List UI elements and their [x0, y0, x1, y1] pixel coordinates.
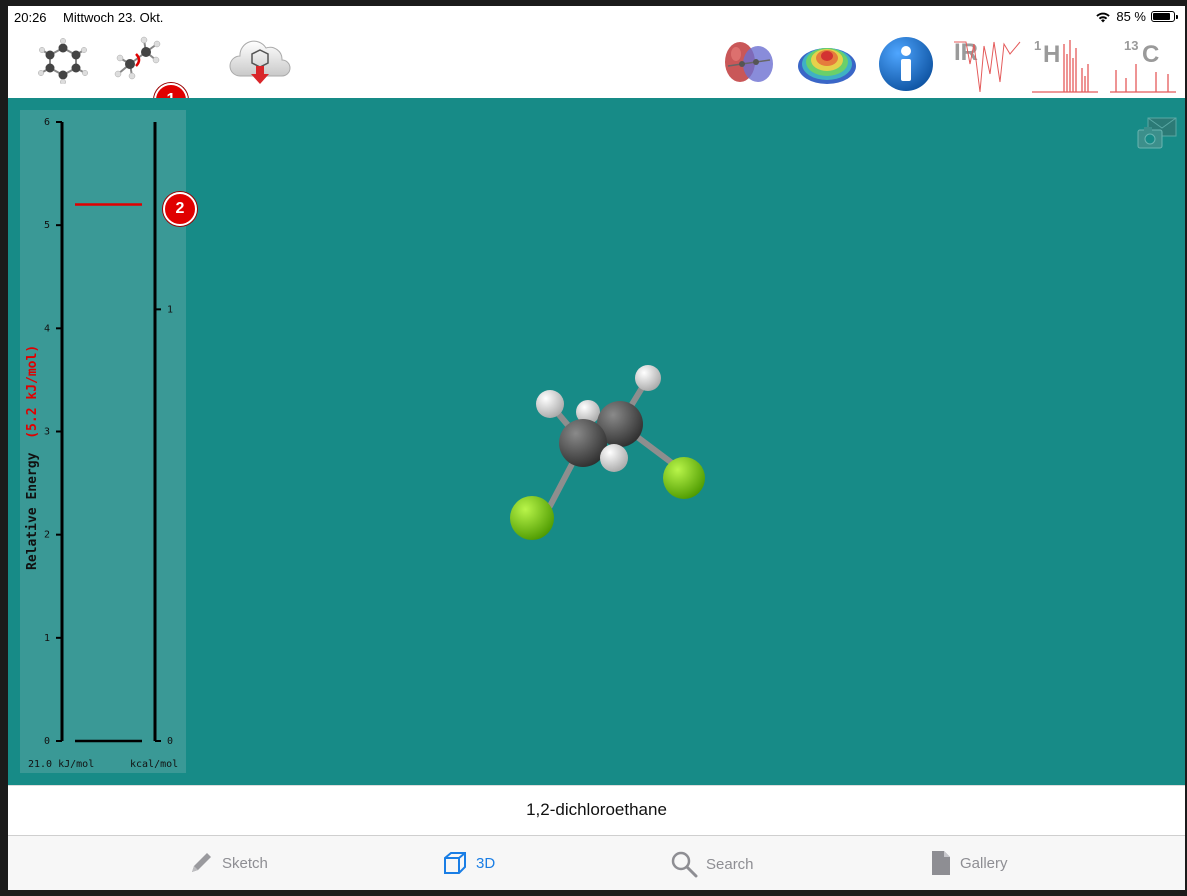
svg-text:13: 13: [1124, 38, 1138, 53]
tab-bar: Sketch 3D Search Gallery: [8, 835, 1185, 890]
cloud-download-button[interactable]: [226, 36, 294, 97]
battery-level: [1153, 13, 1170, 20]
status-time: 20:26: [14, 10, 47, 25]
pencil-icon: [192, 853, 211, 872]
kj-tick-label: 5: [44, 220, 50, 231]
kj-tick-label: 6: [44, 117, 50, 128]
kj-tick-label: 1: [44, 633, 50, 644]
info-button[interactable]: [878, 36, 934, 97]
toolbar: 1: [8, 28, 1185, 117]
ir-spectrum-button[interactable]: IR: [952, 34, 1022, 101]
kj-tick-label: 2: [44, 530, 50, 541]
molecular-orbital-icon: [725, 42, 773, 82]
tab-sketch-label: Sketch: [222, 854, 268, 872]
kcal-tick-label: 0: [167, 736, 173, 747]
tab-search-label: Search: [706, 855, 754, 873]
info-icon: [879, 37, 933, 91]
energy-scale: 6 5 4 3 2 1 0 1 0 Relative Energy (5.2 kJ/mol) 2…: [25, 117, 178, 770]
camera-mail-icon: [1137, 117, 1177, 149]
molecule-name: 1,2-dichloroethane: [526, 800, 667, 819]
document-icon: [932, 851, 950, 875]
molecule-select-button[interactable]: [32, 38, 94, 89]
ir-spectrum-icon: IR: [954, 39, 1021, 93]
status-right: 85 %: [1095, 9, 1178, 24]
magnifier-icon: [671, 851, 698, 878]
tab-search[interactable]: Search: [670, 850, 754, 878]
energy-panel: 6 5 4 3 2 1 0 1 0 Relative Energy (5.2 kJ/mol) 2…: [20, 110, 186, 773]
battery-icon: [1151, 11, 1178, 22]
c-nmr-button[interactable]: 13 C: [1108, 34, 1178, 101]
kcal-unit-label: kcal/mol: [130, 759, 178, 770]
annotation-badge-2: 2: [163, 192, 197, 226]
h-nmr-button[interactable]: 1 H: [1030, 34, 1100, 101]
molecule-name-bar: 1,2-dichloroethane: [8, 785, 1185, 836]
status-bar: 20:26 Mittwoch 23. Okt. 85 %: [8, 6, 1185, 28]
svg-text:1: 1: [1034, 38, 1041, 53]
status-date: Mittwoch 23. Okt.: [63, 10, 164, 25]
wifi-icon: [1096, 12, 1111, 22]
tab-3d[interactable]: 3D: [442, 850, 495, 876]
screenshot-button[interactable]: [1136, 116, 1178, 155]
ipad-screen: 20:26 Mittwoch 23. Okt. 85 % IR 1 H 13 C…: [8, 6, 1185, 890]
tab-sketch[interactable]: Sketch: [188, 850, 268, 876]
cloud-download-icon: [229, 40, 291, 84]
cube-icon: [444, 852, 466, 874]
kj-tick-label: 0: [44, 736, 50, 747]
orbital-button[interactable]: [718, 36, 780, 95]
kj-unit-label: 21.0 kJ/mol: [28, 759, 94, 770]
c-nmr-spectrum-icon: 13 C: [1110, 38, 1176, 93]
kcal-tick-label: 1: [167, 304, 173, 315]
kj-tick-label: 4: [44, 323, 50, 334]
electrostatic-potential-button[interactable]: [796, 38, 858, 93]
h-nmr-spectrum-icon: 1 H: [1032, 38, 1098, 93]
3d-viewer[interactable]: 6 5 4 3 2 1 0 1 0 Relative Energy (5.2 kJ/mol) 2…: [8, 98, 1185, 785]
tab-gallery[interactable]: Gallery: [930, 850, 1008, 876]
kj-tick-label: 3: [44, 427, 50, 438]
battery-percent: 85 %: [1116, 9, 1146, 24]
axis-title: Relative Energy (5.2 kJ/mol): [25, 345, 40, 570]
dihedral-rotation-icon: [114, 36, 161, 80]
conformer-button[interactable]: [110, 34, 166, 89]
svg-text:H: H: [1043, 41, 1060, 68]
benzene-model-icon: [38, 38, 88, 85]
svg-text:C: C: [1142, 41, 1159, 68]
tab-gallery-label: Gallery: [960, 854, 1008, 872]
molecule-3d-model[interactable]: [488, 348, 728, 558]
tab-3d-label: 3D: [476, 854, 496, 872]
electrostatic-map-icon: [798, 48, 856, 84]
